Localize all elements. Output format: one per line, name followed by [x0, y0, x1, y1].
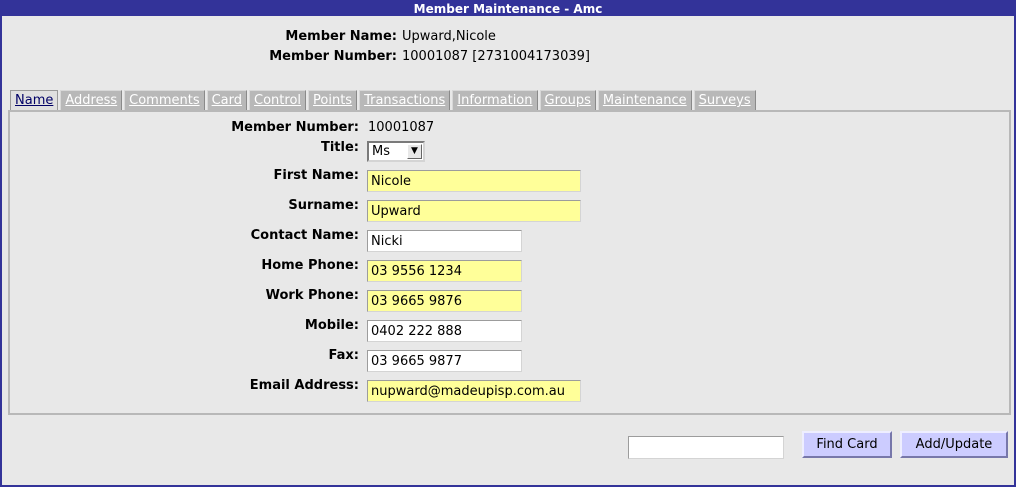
tab-maintenance[interactable]: Maintenance — [597, 90, 692, 110]
find-card-button[interactable]: Find Card — [802, 431, 892, 458]
home-phone-input[interactable] — [367, 260, 522, 282]
tab-transactions[interactable]: Transactions — [359, 90, 451, 110]
tab-comments[interactable]: Comments — [124, 90, 205, 110]
mobile-input[interactable] — [367, 320, 522, 342]
summary-member-number-value: 10001087 [2731004173039] — [402, 49, 590, 64]
work-phone-label: Work Phone: — [265, 288, 359, 303]
member-number-label: Member Number: — [231, 120, 359, 135]
first-name-label: First Name: — [273, 168, 359, 183]
fax-label: Fax: — [328, 348, 359, 363]
title-select-value: Ms — [372, 144, 390, 159]
member-number-value: 10001087 — [368, 120, 435, 135]
first-name-input[interactable] — [367, 170, 581, 192]
tab-address[interactable]: Address — [60, 90, 123, 110]
contact-name-input[interactable] — [367, 230, 522, 252]
add-update-button[interactable]: Add/Update — [900, 431, 1008, 458]
chevron-down-icon[interactable]: ▼ — [407, 144, 422, 159]
surname-label: Surname: — [288, 198, 359, 213]
tab-control[interactable]: Control — [249, 90, 307, 110]
summary-member-number-label: Member Number: — [269, 49, 397, 64]
work-phone-input[interactable] — [367, 290, 522, 312]
tab-card[interactable]: Card — [206, 90, 248, 110]
window-title: Member Maintenance - Amc — [2, 2, 1014, 16]
home-phone-label: Home Phone: — [261, 258, 359, 273]
fax-input[interactable] — [367, 350, 522, 372]
tab-name[interactable]: Name — [10, 90, 59, 111]
member-maintenance-window: Member Maintenance - Amc Member Name: Up… — [0, 0, 1016, 487]
email-input[interactable] — [367, 380, 581, 402]
summary-member-name-label: Member Name: — [285, 29, 397, 44]
title-label: Title: — [320, 140, 359, 155]
tab-information[interactable]: Information — [452, 90, 538, 110]
tab-groups[interactable]: Groups — [539, 90, 596, 110]
summary-member-name-value: Upward,Nicole — [402, 29, 496, 44]
email-label: Email Address: — [249, 378, 359, 393]
title-select[interactable]: Ms ▼ — [367, 141, 425, 162]
tab-surveys[interactable]: Surveys — [693, 90, 756, 110]
surname-input[interactable] — [367, 200, 581, 222]
contact-name-label: Contact Name: — [250, 228, 359, 243]
tab-bar: Name Address Comments Card Control Point… — [10, 90, 758, 111]
tab-points[interactable]: Points — [308, 90, 358, 110]
find-card-input[interactable] — [628, 436, 784, 459]
mobile-label: Mobile: — [304, 318, 359, 333]
